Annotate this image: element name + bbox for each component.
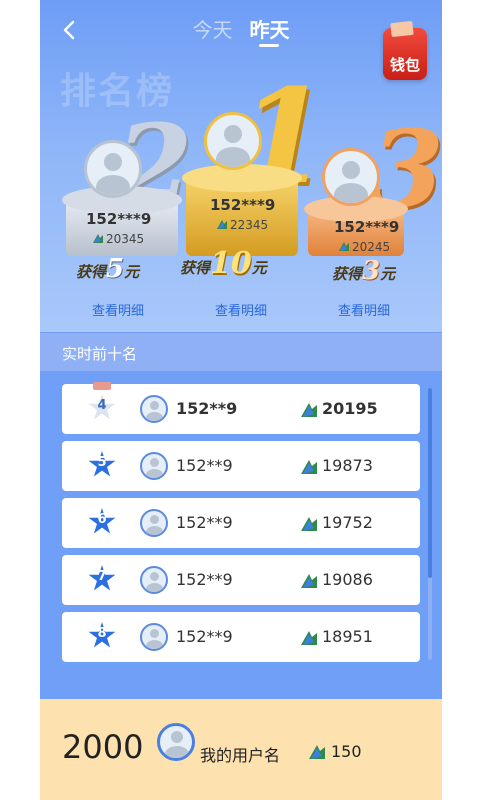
first-score: 22345 xyxy=(216,218,268,232)
my-rank: 2000 xyxy=(62,728,144,766)
sprout-arrow-icon xyxy=(301,460,317,474)
tab-today[interactable]: 今天 xyxy=(192,14,232,43)
podium-first xyxy=(182,164,302,256)
second-score: 20345 xyxy=(92,232,144,246)
row-rank: 5 xyxy=(97,455,107,470)
sprout-arrow-icon xyxy=(301,403,317,417)
row-name: 152**9 xyxy=(176,627,233,646)
leaderboard-screen: 今天 昨天 钱包 排名榜 2 1 3 152***9 20345 152***9… xyxy=(40,0,442,800)
first-name: 152***9 xyxy=(210,196,276,214)
wallet-icon xyxy=(390,20,414,38)
row-rank: 8 xyxy=(97,626,107,641)
second-score-value: 20345 xyxy=(106,232,145,246)
avatar xyxy=(140,566,168,594)
active-tab-indicator xyxy=(259,44,279,47)
row-score: 19752 xyxy=(322,513,373,532)
section-title: 实时前十名 xyxy=(62,345,138,363)
podium-second xyxy=(62,186,182,256)
sprout-arrow-icon xyxy=(339,242,349,251)
second-prize: 获得5元 xyxy=(76,254,140,284)
third-name: 152***9 xyxy=(334,218,400,236)
list-item[interactable]: 4 152**9 20195 xyxy=(62,382,420,434)
list-item[interactable]: 5 152**9 19873 xyxy=(62,441,420,491)
third-score-value: 20245 xyxy=(352,240,391,254)
list-item[interactable]: 6 152**9 19752 xyxy=(62,498,420,548)
my-username: 我的用户名 xyxy=(200,746,281,765)
third-score: 20245 xyxy=(338,240,390,254)
sprout-arrow-icon xyxy=(309,745,325,759)
avatar xyxy=(140,395,168,423)
scrollbar-thumb[interactable] xyxy=(428,388,432,578)
wallet-label: 钱包 xyxy=(389,56,420,74)
row-score: 19873 xyxy=(322,456,373,475)
day-tabs: 今天 昨天 xyxy=(40,14,442,43)
avatar xyxy=(140,623,168,651)
sprout-arrow-icon xyxy=(301,631,317,645)
medal-ribbon xyxy=(93,382,111,390)
sprout-arrow-icon xyxy=(217,220,227,229)
row-rank: 6 xyxy=(97,512,107,527)
row-name: 152**9 xyxy=(176,456,233,475)
tab-yesterday[interactable]: 昨天 xyxy=(250,14,290,43)
first-score-value: 22345 xyxy=(230,218,269,232)
avatar-third xyxy=(322,148,380,206)
list-item[interactable]: 7 152**9 19086 xyxy=(62,555,420,605)
row-score: 19086 xyxy=(322,570,373,589)
first-detail-link[interactable]: 查看明细 xyxy=(215,300,267,319)
row-score: 18951 xyxy=(322,627,373,646)
avatar xyxy=(140,452,168,480)
row-rank: 4 xyxy=(97,398,107,413)
my-score: 150 xyxy=(331,742,362,761)
podium-hero: 今天 昨天 钱包 排名榜 2 1 3 152***9 20345 152***9… xyxy=(40,0,442,332)
row-score: 20195 xyxy=(322,399,378,418)
row-name: 152**9 xyxy=(176,570,233,589)
first-prize: 获得10元 xyxy=(180,246,267,281)
sprout-arrow-icon xyxy=(93,234,103,243)
second-name: 152***9 xyxy=(86,210,152,228)
avatar-second xyxy=(84,140,142,198)
row-name: 152**9 xyxy=(176,399,238,418)
avatar xyxy=(140,509,168,537)
sprout-arrow-icon xyxy=(301,517,317,531)
row-rank: 7 xyxy=(97,569,107,584)
third-prize: 获得3元 xyxy=(332,256,396,286)
sprout-arrow-icon xyxy=(301,574,317,588)
list-scrollbar[interactable] xyxy=(428,388,432,660)
second-detail-link[interactable]: 查看明细 xyxy=(92,300,144,319)
list-item[interactable]: 8 152**9 18951 xyxy=(62,612,420,662)
my-avatar xyxy=(157,723,195,761)
wallet-button[interactable]: 钱包 xyxy=(383,20,427,80)
avatar-first xyxy=(204,112,262,170)
row-name: 152**9 xyxy=(176,513,233,532)
third-detail-link[interactable]: 查看明细 xyxy=(338,300,390,319)
